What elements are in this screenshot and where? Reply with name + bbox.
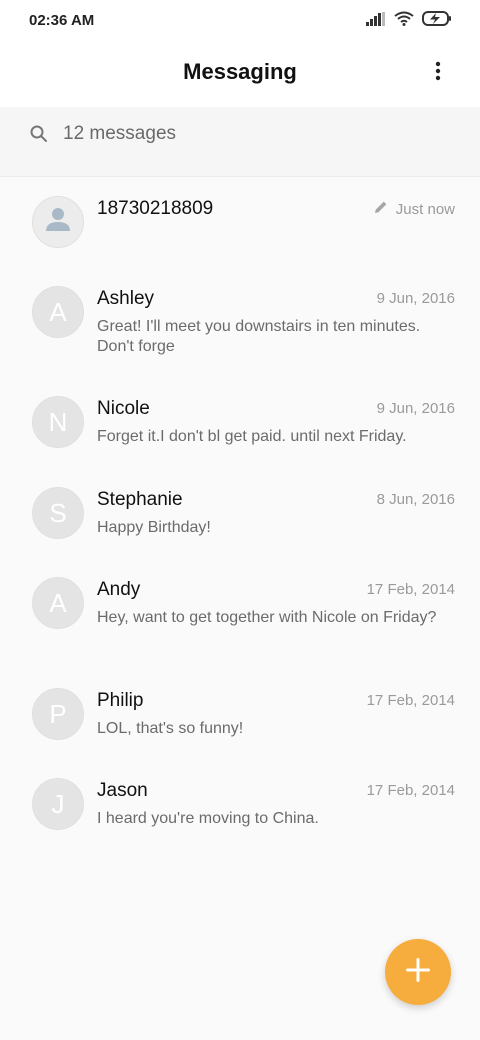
search-bar[interactable]: 12 messages <box>0 107 480 177</box>
message-date: 9 Jun, 2016 <box>376 400 455 417</box>
avatar: A <box>32 577 84 629</box>
search-icon <box>29 124 49 144</box>
contact-name: Ashley <box>97 288 155 309</box>
draft-indicator: Just now <box>374 200 455 218</box>
message-date: 9 Jun, 2016 <box>376 290 455 307</box>
message-date: 17 Feb, 2014 <box>366 692 455 709</box>
conversation-item[interactable]: P Philip 17 Feb, 2014 LOL, that's so fun… <box>0 670 480 760</box>
conversation-item[interactable]: 18730218809 Just now <box>0 178 480 268</box>
page-title: Messaging <box>183 59 297 84</box>
pencil-icon <box>374 200 388 218</box>
message-date: Just now <box>395 200 455 218</box>
status-bar: 02:36 AM <box>0 0 480 44</box>
message-date: 8 Jun, 2016 <box>376 491 455 508</box>
avatar: N <box>32 396 84 448</box>
new-message-button[interactable] <box>385 939 451 1005</box>
message-snippet: Great! I'll meet you downstairs in ten m… <box>97 318 421 355</box>
more-options-button[interactable] <box>420 58 456 88</box>
contact-name: Andy <box>97 579 141 600</box>
contact-name: 18730218809 <box>97 198 214 219</box>
more-vert-icon <box>435 61 441 86</box>
battery-charging-icon <box>422 11 452 31</box>
message-snippet: Happy Birthday! <box>97 519 211 536</box>
status-icons <box>366 11 452 31</box>
message-snippet: I heard you're moving to China. <box>97 810 319 827</box>
message-date: 17 Feb, 2014 <box>366 782 455 799</box>
contact-name: Stephanie <box>97 489 183 510</box>
message-date: 17 Feb, 2014 <box>366 581 455 598</box>
message-snippet: Forget it.I don't bl get paid. until nex… <box>97 428 407 445</box>
conversation-item[interactable]: J Jason 17 Feb, 2014 I heard you're movi… <box>0 760 480 850</box>
conversation-item[interactable]: N Nicole 9 Jun, 2016 Forget it.I don't b… <box>0 378 480 468</box>
avatar: A <box>32 286 84 338</box>
contact-name: Philip <box>97 690 144 711</box>
conversation-item[interactable]: A Ashley 9 Jun, 2016 Great! I'll meet yo… <box>0 268 480 358</box>
wifi-icon <box>394 11 414 31</box>
person-icon <box>43 204 73 241</box>
avatar: J <box>32 778 84 830</box>
conversation-item[interactable]: S Stephanie 8 Jun, 2016 Happy Birthday! <box>0 469 480 559</box>
message-snippet: Hey, want to get together with Nicole on… <box>97 609 437 626</box>
avatar: S <box>32 487 84 539</box>
app-bar: Messaging <box>0 44 480 107</box>
plus-icon <box>404 956 432 989</box>
search-input[interactable]: 12 messages <box>63 123 176 145</box>
status-time: 02:36 AM <box>29 12 95 29</box>
avatar <box>32 196 84 248</box>
avatar: P <box>32 688 84 740</box>
conversation-item[interactable]: A Andy 17 Feb, 2014 Hey, want to get tog… <box>0 559 480 649</box>
contact-name: Jason <box>97 780 148 801</box>
contact-name: Nicole <box>97 398 150 419</box>
message-snippet: LOL, that's so funny! <box>97 720 244 737</box>
signal-icon <box>366 11 386 31</box>
